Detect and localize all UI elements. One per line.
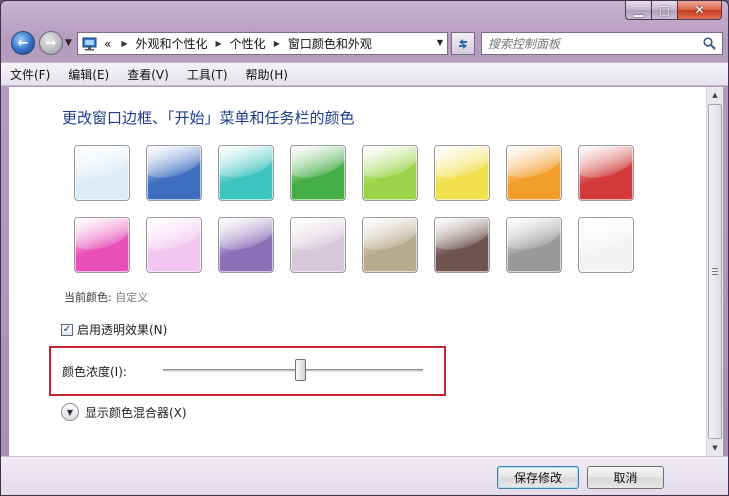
vertical-scrollbar[interactable]: ▲ ▼ (706, 87, 723, 456)
cancel-button[interactable]: 取消 (587, 466, 664, 489)
forward-button[interactable]: → (39, 31, 63, 55)
color-mixer-label: 显示颜色混合器(X) (85, 405, 187, 420)
transparency-option[interactable]: ✓ 启用透明效果(N) (61, 321, 167, 338)
color-swatch[interactable] (434, 145, 490, 201)
grip-icon (712, 268, 718, 275)
breadcrumb-item-appearance[interactable]: 外观和个性化 (136, 35, 208, 52)
breadcrumb-overflow[interactable]: « (104, 37, 111, 51)
menu-file[interactable]: 文件(F) (10, 66, 50, 83)
current-color-label: 当前颜色: (64, 291, 112, 304)
maximize-icon: □ (658, 3, 671, 17)
save-changes-button[interactable]: 保存修改 (497, 466, 579, 489)
color-intensity-slider-thumb[interactable] (295, 359, 307, 381)
current-color: 当前颜色: 自定义 (64, 289, 148, 305)
search-input[interactable] (488, 36, 688, 51)
color-swatch[interactable] (362, 217, 418, 273)
scrollbar-thumb[interactable] (708, 104, 722, 439)
expand-chevron-icon[interactable]: ▼ (61, 403, 79, 421)
color-intensity-slider-track[interactable] (163, 369, 423, 372)
content-pane: 更改窗口边框、「开始」菜单和任务栏的颜色 当前颜色: 自定义 ✓ 启用透明效果(… (9, 87, 706, 456)
breadcrumb-item-window-color[interactable]: 窗口颜色和外观 (288, 35, 372, 52)
color-swatch[interactable] (290, 145, 346, 201)
title-bar: ▁ □ ✕ (1, 1, 728, 29)
menu-help[interactable]: 帮助(H) (246, 66, 288, 83)
menu-tools[interactable]: 工具(T) (187, 66, 228, 83)
color-swatch[interactable] (434, 217, 490, 273)
menu-edit[interactable]: 编辑(E) (68, 66, 109, 83)
minimize-icon: ▁ (633, 3, 644, 17)
maximize-button[interactable]: □ (652, 1, 678, 20)
transparency-checkbox[interactable]: ✓ (61, 323, 73, 336)
color-swatch[interactable] (578, 145, 634, 201)
search-box (481, 32, 723, 55)
color-swatch[interactable] (74, 217, 130, 273)
current-color-value: 自定义 (115, 291, 149, 304)
scroll-down-icon[interactable]: ▼ (707, 440, 723, 456)
control-panel-icon (82, 37, 98, 51)
chevron-right-icon: ▶ (273, 39, 280, 48)
window: ▁ □ ✕ ← → ▼ « ▶ 外观和个性化 ▶ 个性化 ▶ 窗口颜色和外观 ▼… (0, 0, 729, 496)
menu-view[interactable]: 查看(V) (127, 66, 169, 83)
color-swatch[interactable] (218, 145, 274, 201)
back-arrow-icon: ← (17, 35, 29, 51)
recent-pages-dropdown[interactable]: ▼ (65, 38, 72, 48)
footer-bar: 保存修改 取消 (1, 456, 728, 495)
caption-buttons: ▁ □ ✕ (625, 1, 722, 20)
refresh-button[interactable] (451, 32, 475, 55)
forward-arrow-icon: → (45, 35, 57, 51)
checkmark-icon: ✓ (62, 323, 72, 335)
color-swatch[interactable] (218, 217, 274, 273)
address-bar[interactable]: « ▶ 外观和个性化 ▶ 个性化 ▶ 窗口颜色和外观 ▼ (77, 32, 448, 55)
minimize-button[interactable]: ▁ (625, 1, 652, 20)
color-intensity-label: 颜色浓度(I): (62, 365, 127, 379)
color-swatch[interactable] (578, 217, 634, 273)
chevron-down-icon[interactable]: ▼ (437, 38, 443, 47)
page-title: 更改窗口边框、「开始」菜单和任务栏的颜色 (62, 109, 355, 127)
refresh-icon (459, 38, 467, 49)
color-swatch[interactable] (74, 145, 130, 201)
color-swatch[interactable] (506, 145, 562, 201)
color-swatch[interactable] (290, 217, 346, 273)
chevron-right-icon: ▶ (121, 39, 128, 48)
scroll-up-icon[interactable]: ▲ (707, 87, 723, 103)
close-button[interactable]: ✕ (678, 1, 722, 20)
close-icon: ✕ (694, 3, 705, 17)
transparency-label: 启用透明效果(N) (77, 323, 168, 337)
back-button[interactable]: ← (11, 31, 35, 55)
color-mixer-toggle[interactable]: ▼ 显示颜色混合器(X) (61, 403, 187, 421)
navigation-bar: ← → ▼ « ▶ 外观和个性化 ▶ 个性化 ▶ 窗口颜色和外观 ▼ 搜索控制面… (1, 29, 728, 61)
color-swatch[interactable] (146, 145, 202, 201)
color-swatch[interactable] (506, 217, 562, 273)
chevron-right-icon: ▶ (215, 39, 222, 48)
color-swatch[interactable] (146, 217, 202, 273)
menu-bar: 文件(F) 编辑(E) 查看(V) 工具(T) 帮助(H) (1, 62, 728, 86)
search-icon[interactable] (703, 37, 716, 50)
color-swatch[interactable] (362, 145, 418, 201)
breadcrumb: « ▶ 外观和个性化 ▶ 个性化 ▶ 窗口颜色和外观 (104, 35, 372, 52)
breadcrumb-item-personalization[interactable]: 个性化 (230, 35, 266, 52)
